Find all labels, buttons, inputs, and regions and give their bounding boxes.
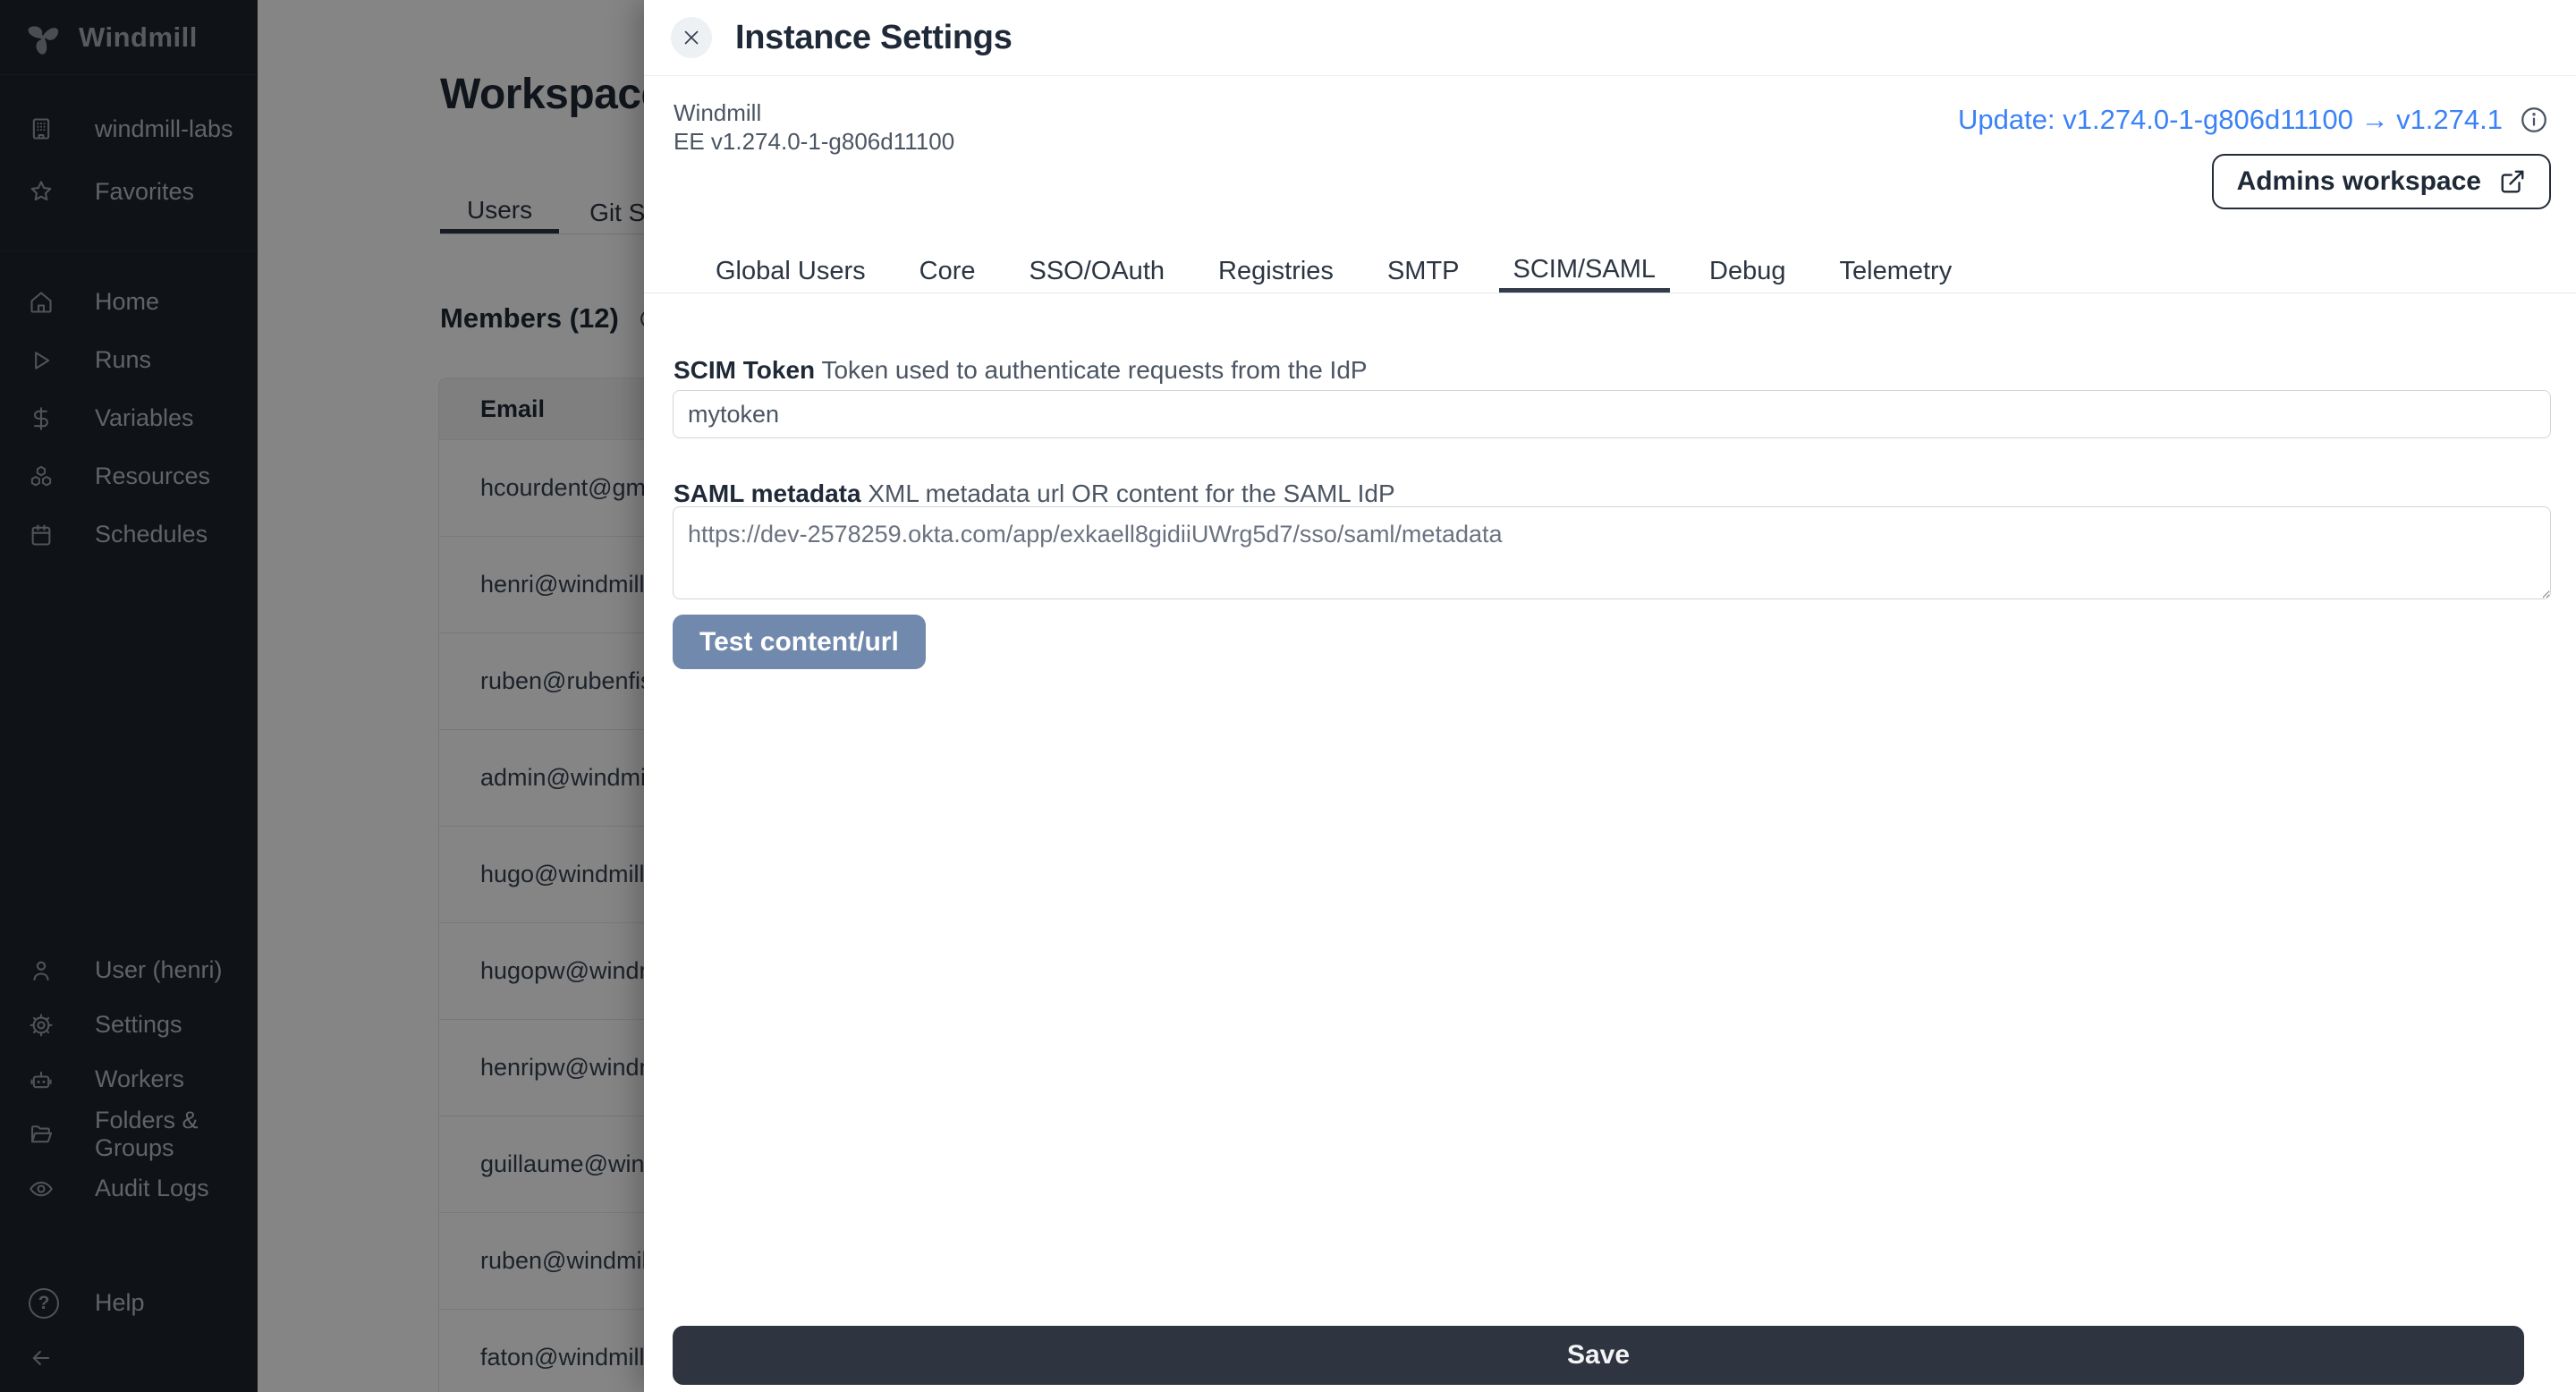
scim-token-input[interactable] [673, 390, 2551, 438]
app-version: EE v1.274.0-1-g806d11100 [674, 127, 954, 156]
settings-tabs: Global Users Core SSO/OAuth Registries S… [644, 250, 2576, 293]
info-icon[interactable] [2519, 105, 2549, 135]
update-link[interactable]: Update: v1.274.0-1-g806d11100 → v1.274.1 [1958, 104, 2503, 136]
close-icon [680, 26, 703, 49]
tab-core[interactable]: Core [905, 250, 990, 293]
admins-workspace-label: Admins workspace [2237, 166, 2481, 197]
external-link-icon [2499, 168, 2526, 195]
tab-smtp[interactable]: SMTP [1373, 250, 1474, 293]
tab-sso-oauth[interactable]: SSO/OAuth [1014, 250, 1179, 293]
scim-token-label: SCIM Token Token used to authenticate re… [674, 356, 1368, 385]
tab-global-users[interactable]: Global Users [701, 250, 880, 293]
scim-token-label-strong: SCIM Token [674, 356, 815, 384]
drawer-header: Instance Settings [644, 0, 2576, 76]
save-button[interactable]: Save [673, 1326, 2524, 1385]
drawer-title: Instance Settings [735, 19, 1013, 57]
saml-metadata-label: SAML metadata XML metadata url OR conten… [674, 480, 1395, 508]
close-button[interactable] [671, 17, 712, 58]
tab-scim-saml[interactable]: SCIM/SAML [1499, 250, 1671, 293]
tab-debug[interactable]: Debug [1695, 250, 1800, 293]
app-name: Windmill [674, 98, 954, 127]
saml-metadata-hint: XML metadata url OR content for the SAML… [868, 480, 1394, 507]
scim-token-hint: Token used to authenticate requests from… [821, 356, 1367, 384]
admins-workspace-button[interactable]: Admins workspace [2212, 154, 2551, 209]
saml-metadata-textarea[interactable]: https://dev-2578259.okta.com/app/exkaell… [673, 506, 2551, 599]
tab-telemetry[interactable]: Telemetry [1826, 250, 1967, 293]
test-content-url-button[interactable]: Test content/url [673, 615, 926, 669]
drawer-backdrop[interactable] [0, 0, 644, 1392]
saml-metadata-label-strong: SAML metadata [674, 480, 861, 507]
instance-settings-drawer: Instance Settings Windmill EE v1.274.0-1… [644, 0, 2576, 1392]
tab-registries[interactable]: Registries [1204, 250, 1348, 293]
update-row: Update: v1.274.0-1-g806d11100 → v1.274.1 [1958, 104, 2549, 136]
app-version-block: Windmill EE v1.274.0-1-g806d11100 [674, 98, 954, 156]
